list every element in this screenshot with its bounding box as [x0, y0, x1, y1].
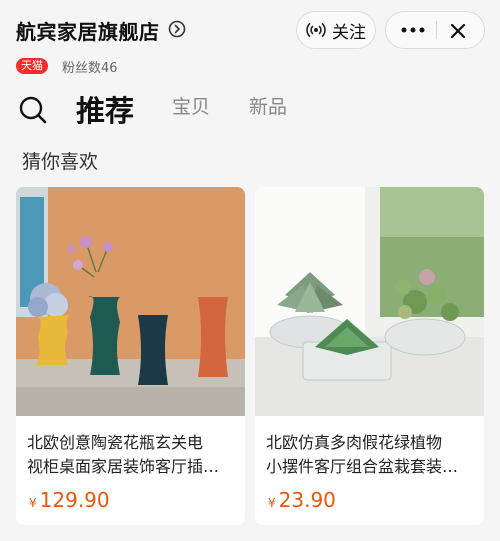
store-header: 航宾家居旗舰店 关注 天猫 粉丝数46 推荐 宝贝 新品 猜你喜欢: [0, 0, 500, 186]
product-image-succulents[interactable]: [255, 187, 484, 416]
product-title[interactable]: 北欧仿真多肉假花绿植物 小摆件客厅组合盆栽套装…: [266, 431, 476, 479]
tmall-badge: 天猫: [16, 58, 48, 74]
more-icon[interactable]: [400, 22, 426, 38]
broadcast-icon: [306, 23, 326, 37]
search-icon[interactable]: [18, 95, 48, 125]
tab-products[interactable]: 宝贝: [172, 92, 210, 119]
section-title: 猜你喜欢: [22, 151, 99, 173]
close-icon[interactable]: [448, 21, 468, 41]
chevron-right-circle-icon[interactable]: [168, 20, 186, 38]
store-name[interactable]: 航宾家居旗舰店: [16, 16, 160, 45]
follow-button[interactable]: 关注: [296, 11, 376, 49]
fans-count: 粉丝数46: [62, 61, 118, 76]
tab-new[interactable]: 新品: [249, 92, 287, 119]
product-title[interactable]: 北欧创意陶瓷花瓶玄关电 视柜桌面家居装饰客厅插…: [27, 431, 237, 479]
capsule-divider: [436, 21, 437, 39]
product-card[interactable]: 北欧创意陶瓷花瓶玄关电 视柜桌面家居装饰客厅插… ¥129.90: [16, 187, 245, 525]
product-price: ¥129.90: [29, 488, 110, 512]
tab-recommend[interactable]: 推荐: [76, 88, 134, 130]
mini-program-capsule: [385, 11, 485, 49]
product-card[interactable]: 北欧仿真多肉假花绿植物 小摆件客厅组合盆栽套装… ¥23.90: [255, 187, 484, 525]
product-price: ¥23.90: [268, 488, 336, 512]
follow-label: 关注: [332, 22, 366, 43]
product-image-vases[interactable]: [16, 187, 245, 416]
